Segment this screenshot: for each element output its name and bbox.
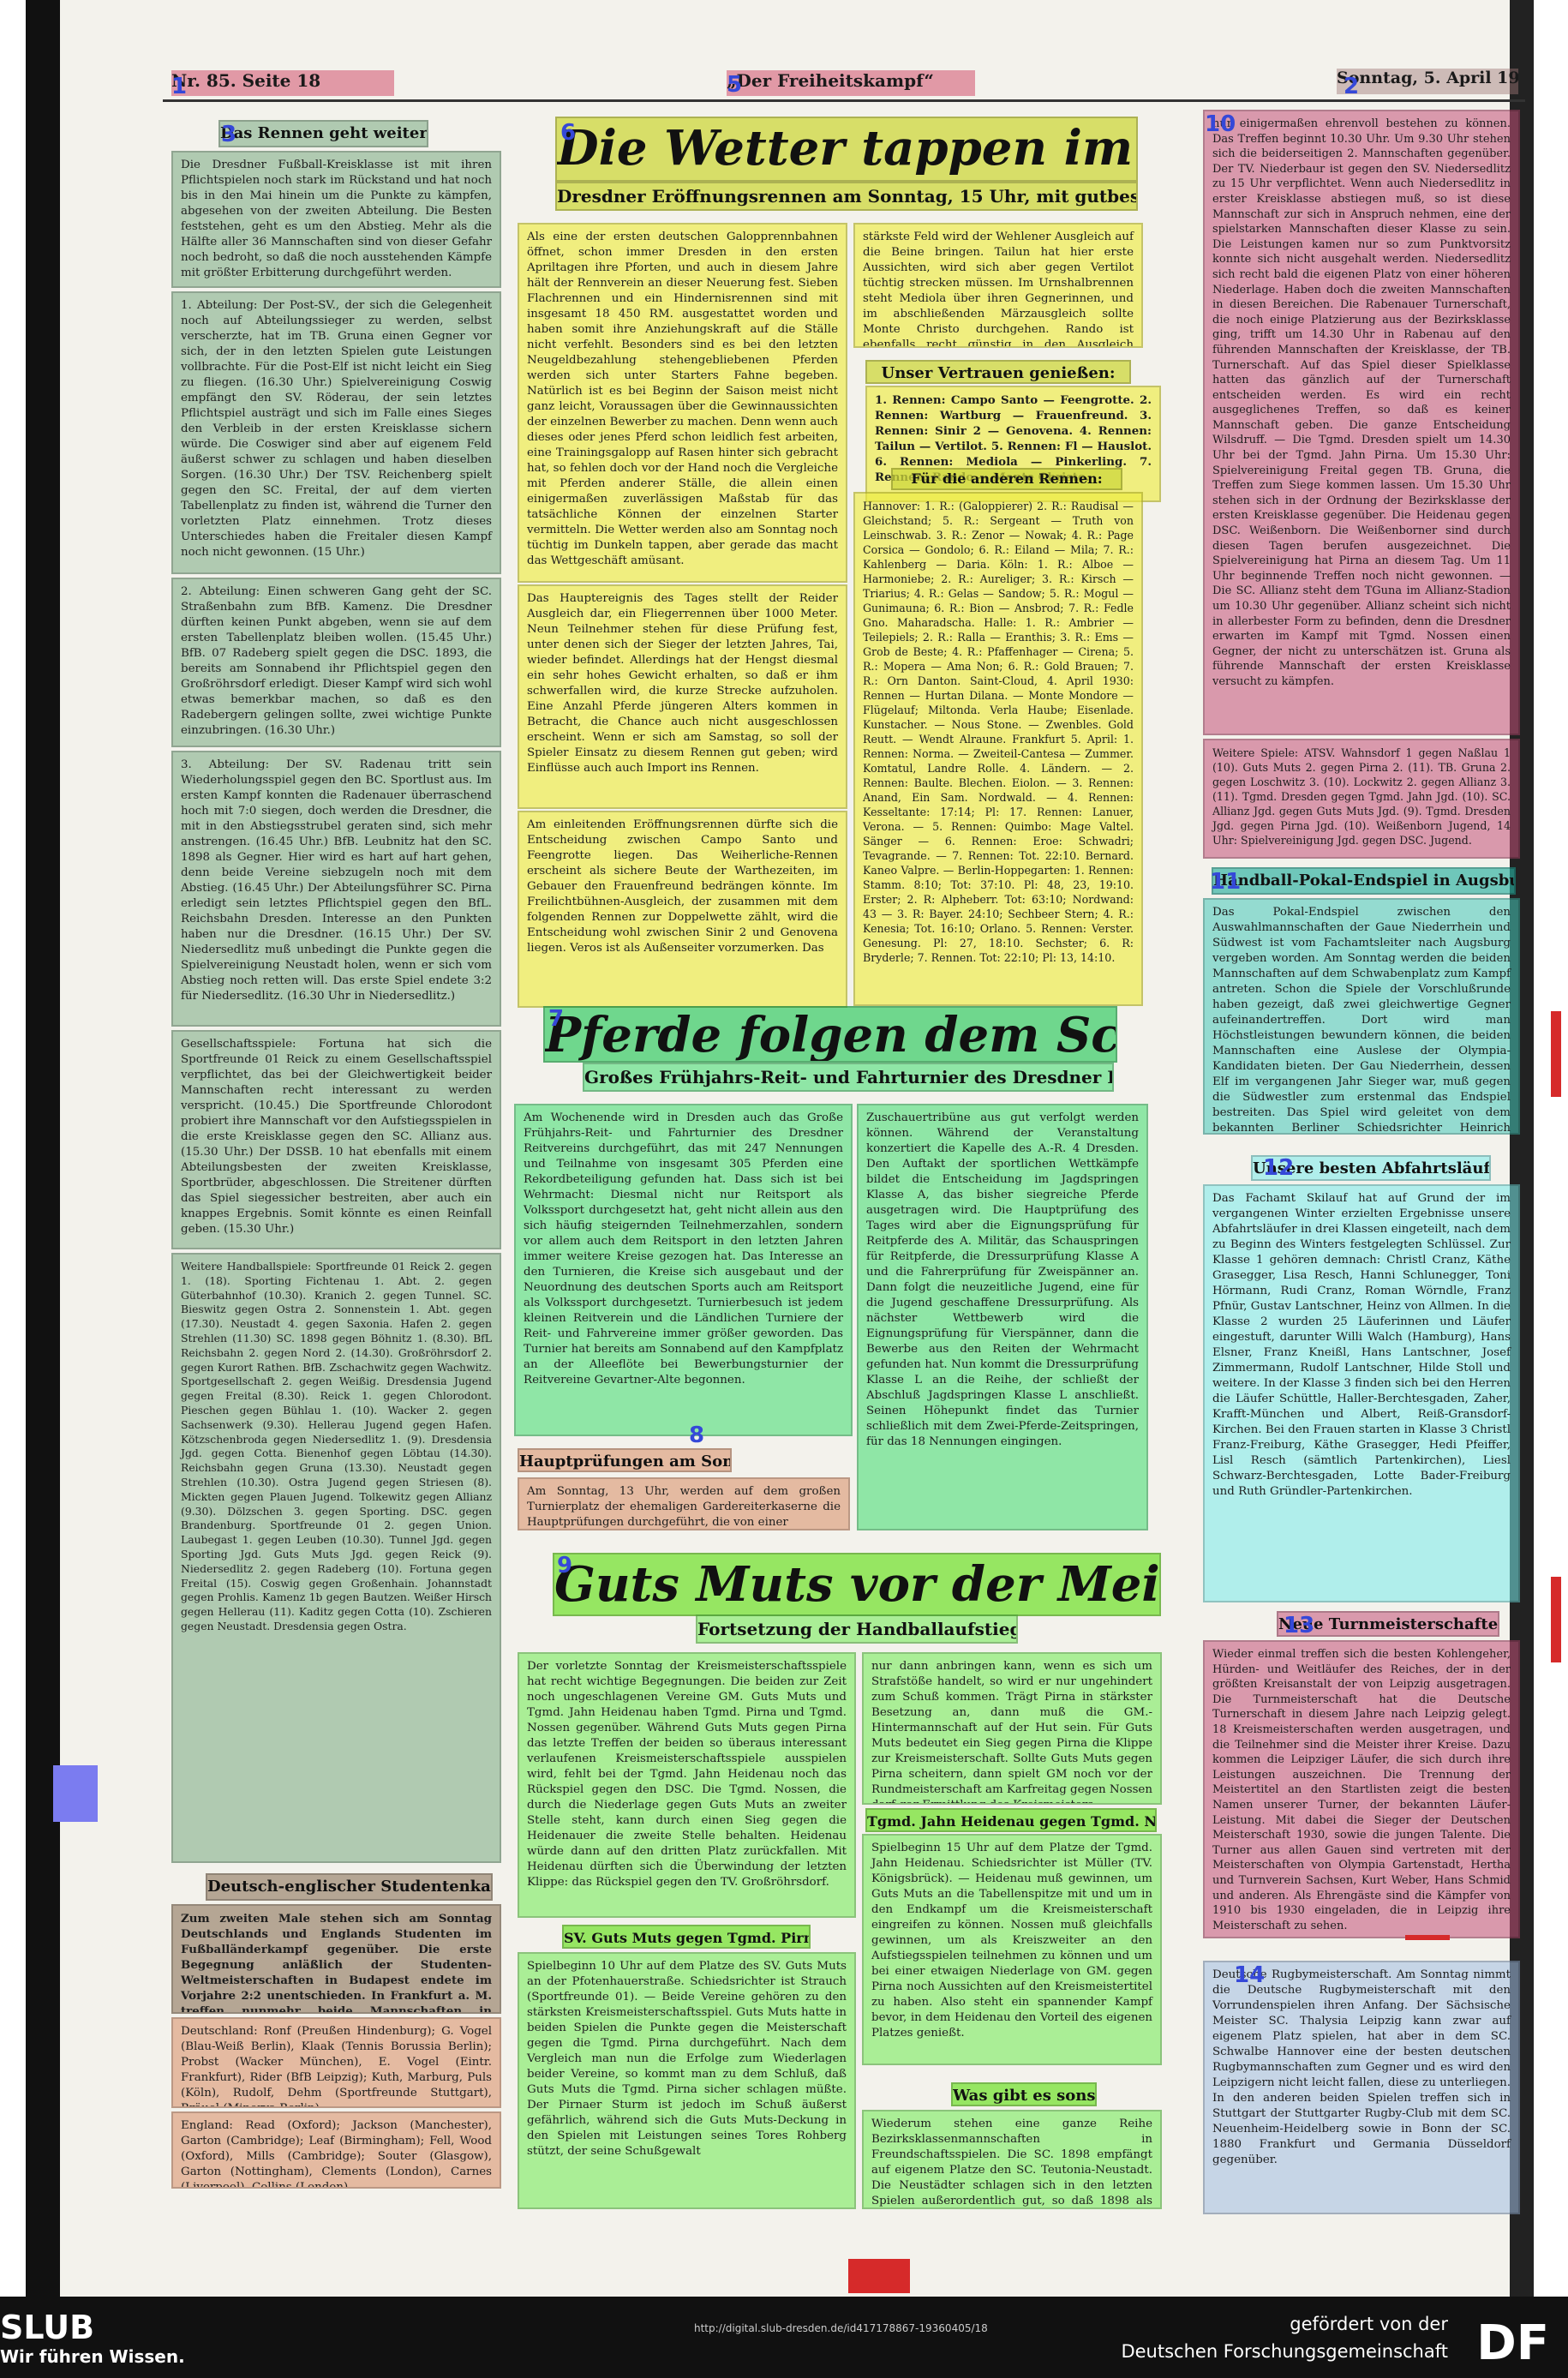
article-jahn-nossen: Spielbeginn 15 Uhr auf dem Platze der Tg… [862, 1834, 1162, 2065]
header-center: „Der Freiheitskampf“ [727, 70, 975, 96]
article-hauptpruefungen: Am Sonntag, 13 Uhr, werden auf dem große… [518, 1477, 850, 1530]
article-deutschland-team: Deutschland: Ronf (Preußen Hindenburg); … [171, 2017, 501, 2108]
article-reitturnier-cont: Zuschauertribüne aus gut verfolgt werden… [857, 1104, 1148, 1530]
article-weitere-handballspiele: Weitere Handballspiele: Sportfreunde 01 … [171, 1253, 501, 1863]
heading-studentenkampf: Deutsch-englischer Studentenkampf [206, 1873, 493, 1901]
subheadline-aufstiegsspiele: Fortsetzung der Handballaufstiegsspiele [696, 1614, 1018, 1644]
marker-14: 14 [1234, 1962, 1266, 1988]
heading-andere-rennen: Für die anderen Rennen: [891, 468, 1122, 490]
article-studentenkampf: Zum zweiten Male stehen sich am Sonntag … [171, 1904, 501, 2014]
article-abfahrtslaeufer: Das Fachamt Skilauf hat auf Grund der im… [1203, 1184, 1520, 1602]
article-abteilung-1: 1. Abteilung: Der Post-SV., der sich die… [171, 291, 501, 574]
marker-7: 7 [548, 1006, 565, 1032]
marker-3: 3 [221, 122, 237, 147]
scan-edge-left [26, 0, 60, 2297]
article-racing-feld: stärkste Feld wird der Wehlener Ausgleic… [853, 223, 1143, 348]
article-was-gibt-es-sonst: Wiederum stehen eine ganze Reihe Bezirks… [862, 2110, 1162, 2209]
headline-wetter-tappen: Die Wetter tappen im Dunkeln [555, 117, 1138, 182]
red-mark-right-2 [1551, 1577, 1561, 1662]
subheadline-eroeffnungsrennen: Dresdner Eröffnungsrennen am Sonntag, 15… [555, 182, 1138, 211]
marker-5: 5 [727, 72, 743, 98]
marker-11: 11 [1210, 869, 1242, 895]
headline-guts-muts: Guts Muts vor der Meisterschaft [553, 1553, 1161, 1616]
dfg-logo[interactable]: DF [1476, 2315, 1549, 2371]
red-mark-bottom [848, 2259, 910, 2293]
article-racing-part3: Am einleitenden Eröffnungsrennen dürfte … [518, 811, 847, 1008]
marker-13: 13 [1284, 1613, 1315, 1638]
article-rugbymeisterschaft: Deutsche Rugbymeisterschaft. Am Sonntag … [1203, 1961, 1520, 2214]
results-list: Hannover: 1. R.: (Galoppierer) 2. R.: Ra… [853, 492, 1143, 1006]
article-gesellschaftsspiele: Gesellschaftsspiele: Fortuna hat sich di… [171, 1030, 501, 1249]
article-pokal-endspiel: Das Pokal-Endspiel zwischen den Auswahlm… [1203, 898, 1520, 1135]
red-mark-right-1 [1551, 1011, 1561, 1097]
red-mark-small [1405, 1935, 1450, 1940]
header-left: Nr. 85. Seite 18 [171, 70, 394, 96]
slub-tagline: Wir führen Wissen. [0, 2346, 185, 2367]
funding-line-2: Deutschen Forschungsgemeinschaft [1121, 2341, 1448, 2362]
article-racing-part1: Als eine der ersten deutschen Galopprenn… [518, 223, 847, 583]
article-racing-hauptereignis: Das Hauptereignis des Tages stellt der R… [518, 584, 847, 809]
marker-10: 10 [1205, 111, 1236, 137]
funding-line-1: gefördert von der [1290, 2314, 1448, 2334]
heading-jahn-nossen: Tgmd. Jahn Heidenau gegen Tgmd. Nossen [865, 1808, 1157, 1832]
slub-logo[interactable]: SLUB [0, 2309, 94, 2346]
article-reitturnier: Am Wochenende wird in Dresden auch das G… [514, 1104, 853, 1436]
marker-12: 12 [1263, 1155, 1295, 1181]
article-guts-muts: Der vorletzte Sonntag der Kreismeistersc… [518, 1652, 856, 1918]
footer-url[interactable]: http://digital.slub-dresden.de/id4171788… [694, 2322, 988, 2334]
heading-was-gibt-es-sonst: Was gibt es sonst? [951, 2082, 1097, 2106]
article-abteilung-3: 3. Abteilung: Der SV. Radenau tritt sein… [171, 751, 501, 1027]
article-intro: Die Dresdner Fußball-Kreisklasse ist mit… [171, 151, 501, 288]
article-guts-muts-pirna: Spielbeginn 10 Uhr auf dem Platze des SV… [518, 1952, 856, 2209]
footer-bar: SLUB Wir führen Wissen. http://digital.s… [0, 2297, 1568, 2378]
article-turnmeisterschaften: Wieder einmal treffen sich die besten Ko… [1203, 1640, 1520, 1938]
article-pirna-cont: nur dann anbringen kann, wenn es sich um… [862, 1652, 1162, 1805]
marker-1: 1 [171, 74, 188, 99]
article-col3-top: nur einigermaßen ehrenvoll bestehen zu k… [1203, 110, 1520, 735]
marker-8: 8 [689, 1423, 705, 1448]
headline-pferde-folgen: Pferde folgen dem Schenkeldruck [543, 1006, 1117, 1063]
heading-pokal-endspiel: Handball-Pokal-Endspiel in Augsburg [1212, 867, 1516, 895]
header-right: Sonntag, 5. April 1930 [1337, 69, 1518, 94]
subheadline-reitturnier: Großes Frühjahrs-Reit- und Fahrturnier d… [583, 1063, 1114, 1092]
marker-9: 9 [557, 1553, 573, 1578]
article-abteilung-2: 2. Abteilung: Einen schweren Gang geht d… [171, 578, 501, 747]
heading-rennen-geht-weiter: Das Rennen geht weiter [218, 120, 428, 147]
header-rule [163, 99, 1525, 102]
heading-guts-muts-pirna: SV. Guts Muts gegen Tgmd. Pirna [562, 1925, 811, 1949]
article-weitere-spiele: Weitere Spiele: ATSV. Wahnsdorf 1 gegen … [1203, 739, 1520, 859]
heading-hauptpruefungen: Hauptprüfungen am Sonntag [518, 1448, 732, 1472]
marker-2: 2 [1344, 74, 1360, 99]
highlight-box [53, 1765, 98, 1822]
marker-6: 6 [560, 120, 577, 146]
article-england-team: England: Read (Oxford); Jackson (Manches… [171, 2111, 501, 2189]
heading-unser-vertrauen: Unser Vertrauen genießen: [865, 360, 1131, 384]
